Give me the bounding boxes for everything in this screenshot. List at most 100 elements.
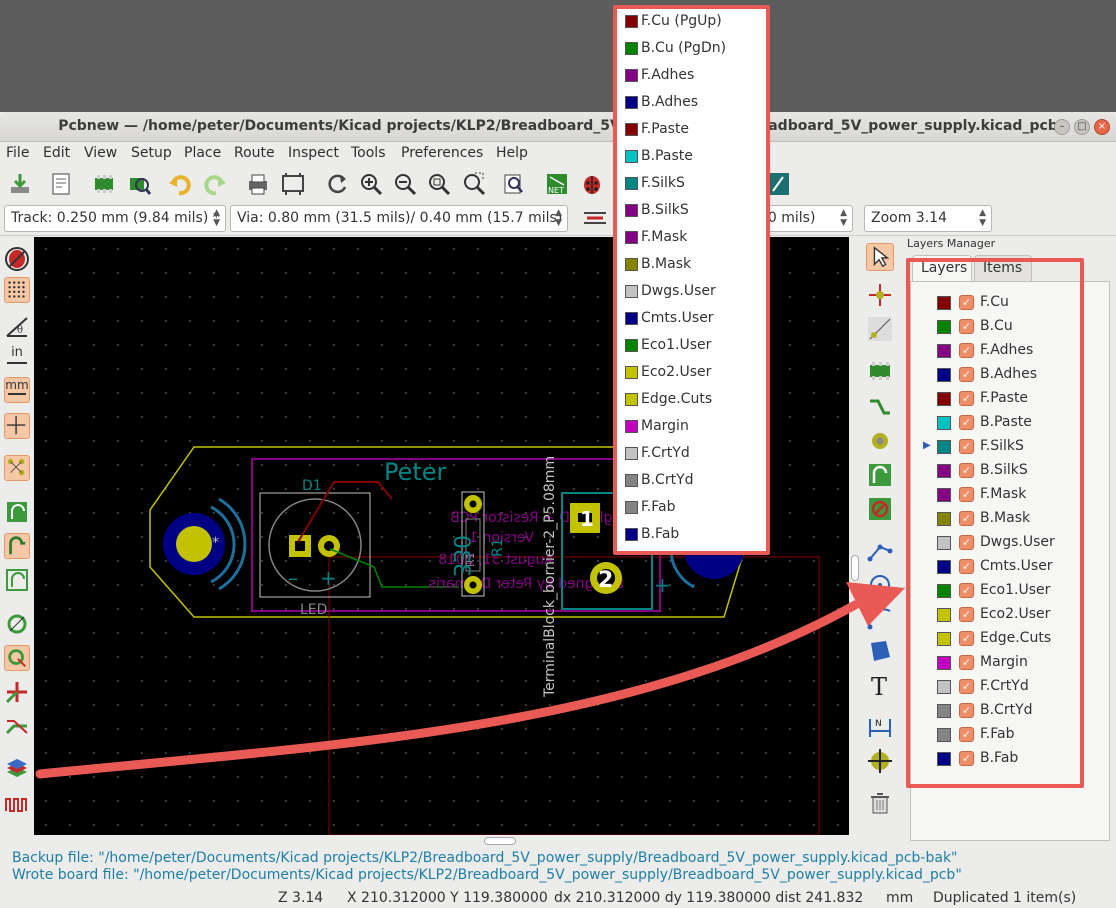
layer-color-swatch[interactable] xyxy=(937,608,951,622)
print-icon[interactable] xyxy=(245,171,271,197)
grid-select[interactable]: 00 mils) ▲ ▼ xyxy=(756,205,853,232)
layer-row[interactable]: ✓ F.Fab xyxy=(923,724,1093,746)
layer-color-swatch[interactable] xyxy=(937,752,951,766)
tab-layers[interactable]: Layers xyxy=(912,255,972,281)
menu-file[interactable]: File xyxy=(6,145,29,161)
menu-help[interactable]: Help xyxy=(496,145,528,161)
layer-color-swatch[interactable] xyxy=(937,440,951,454)
highlight-net-icon[interactable] xyxy=(866,281,894,309)
layer-color-swatch[interactable] xyxy=(937,680,951,694)
layer-row[interactable]: ✓ Cmts.User xyxy=(923,556,1093,578)
popup-layer-item[interactable]: F.CrtYd xyxy=(616,441,766,468)
layer-color-swatch[interactable] xyxy=(937,512,951,526)
page-settings-icon[interactable] xyxy=(48,171,74,197)
layer-color-swatch[interactable] xyxy=(937,704,951,718)
popup-layer-item[interactable]: Eco1.User xyxy=(616,333,766,360)
zone-outline-icon[interactable] xyxy=(4,533,30,559)
layer-row[interactable]: ✓ F.Mask xyxy=(923,484,1093,506)
popup-layer-item[interactable]: B.CrtYd xyxy=(616,468,766,495)
layer-row[interactable]: ✓ Eco2.User xyxy=(923,604,1093,626)
menu-setup[interactable]: Setup xyxy=(131,145,172,161)
layer-color-swatch[interactable] xyxy=(937,320,951,334)
layer-row[interactable]: ▶ ✓ F.SilkS xyxy=(923,436,1093,458)
popup-layer-item[interactable]: F.SilkS xyxy=(616,171,766,198)
popup-layer-item[interactable]: F.Paste xyxy=(616,117,766,144)
layer-visibility-checkbox[interactable]: ✓ xyxy=(959,655,974,670)
close-button[interactable]: × xyxy=(1094,119,1110,135)
layer-row[interactable]: ✓ B.CrtYd xyxy=(923,700,1093,722)
popup-layer-item[interactable]: B.Mask xyxy=(616,252,766,279)
layer-visibility-checkbox[interactable]: ✓ xyxy=(959,607,974,622)
zoom-fit-icon[interactable] xyxy=(426,171,452,197)
layer-color-swatch[interactable] xyxy=(937,296,951,310)
zone-sketch-icon[interactable] xyxy=(4,567,30,593)
layer-row[interactable]: ✓ F.Paste xyxy=(923,388,1093,410)
popup-layer-item[interactable]: Margin xyxy=(616,414,766,441)
layer-visibility-checkbox[interactable]: ✓ xyxy=(959,511,974,526)
zoom-out-icon[interactable] xyxy=(392,171,418,197)
popup-layer-item[interactable]: F.Fab xyxy=(616,495,766,522)
layer-row[interactable]: ✓ Dwgs.User xyxy=(923,532,1093,554)
layer-color-swatch[interactable] xyxy=(937,392,951,406)
layer-visibility-checkbox[interactable]: ✓ xyxy=(959,463,974,478)
route-track-icon[interactable] xyxy=(866,393,894,421)
via-sketch-icon[interactable] xyxy=(4,645,30,671)
undo-icon[interactable] xyxy=(167,171,193,197)
add-arc-icon[interactable] xyxy=(866,605,894,633)
menu-tools[interactable]: Tools xyxy=(351,145,386,161)
popup-layer-item[interactable]: Edge.Cuts xyxy=(616,387,766,414)
redo-icon[interactable] xyxy=(202,171,228,197)
select-arrow-icon[interactable] xyxy=(866,243,894,271)
layer-row[interactable]: ✓ B.SilkS xyxy=(923,460,1093,482)
footprint-editor-icon[interactable] xyxy=(91,171,117,197)
layer-color-swatch[interactable] xyxy=(937,488,951,502)
layer-visibility-checkbox[interactable]: ✓ xyxy=(959,703,974,718)
delete-icon[interactable] xyxy=(866,789,894,817)
add-circle-icon[interactable] xyxy=(866,571,894,599)
menu-view[interactable]: View xyxy=(84,145,117,161)
layer-row[interactable]: ✓ Edge.Cuts xyxy=(923,628,1093,650)
layer-visibility-checkbox[interactable]: ✓ xyxy=(959,343,974,358)
popup-layer-item[interactable]: Dwgs.User xyxy=(616,279,766,306)
title-bar[interactable]: Pcbnew — /home/peter/Documents/Kicad pro… xyxy=(0,112,1116,142)
layer-row[interactable]: ✓ B.Adhes xyxy=(923,364,1093,386)
maximize-button[interactable]: □ xyxy=(1074,119,1090,135)
auto-track-width-icon[interactable] xyxy=(582,205,608,231)
layer-row[interactable]: ✓ B.Cu xyxy=(923,316,1093,338)
add-polygon-icon[interactable] xyxy=(866,637,894,665)
layer-row[interactable]: ✓ B.Fab xyxy=(923,748,1093,770)
layer-visibility-checkbox[interactable]: ✓ xyxy=(959,391,974,406)
layer-visibility-checkbox[interactable]: ✓ xyxy=(959,295,974,310)
layer-visibility-checkbox[interactable]: ✓ xyxy=(959,559,974,574)
layer-color-swatch[interactable] xyxy=(937,728,951,742)
add-dimension-icon[interactable]: N xyxy=(866,713,894,741)
track-width-select[interactable]: Track: 0.250 mm (9.84 mils) * ▲ ▼ xyxy=(4,205,226,232)
layer-color-swatch[interactable] xyxy=(937,536,951,550)
add-line-icon[interactable] xyxy=(866,537,894,565)
layer-visibility-checkbox[interactable]: ✓ xyxy=(959,415,974,430)
plot-icon[interactable] xyxy=(280,171,306,197)
layer-visibility-checkbox[interactable]: ✓ xyxy=(959,679,974,694)
add-footprint-icon[interactable] xyxy=(866,357,894,385)
zoom-select[interactable]: Zoom 3.14 ▲ ▼ xyxy=(864,205,992,232)
high-contrast-icon[interactable] xyxy=(4,679,30,705)
horizontal-scroll-thumb[interactable] xyxy=(484,837,516,845)
layer-row[interactable]: ✓ Eco1.User xyxy=(923,580,1093,602)
popup-layer-item[interactable]: Cmts.User xyxy=(616,306,766,333)
layer-visibility-checkbox[interactable]: ✓ xyxy=(959,535,974,550)
layers-manager-toggle-icon[interactable] xyxy=(4,755,30,781)
microwave-toolbar-icon[interactable] xyxy=(4,791,30,817)
menu-edit[interactable]: Edit xyxy=(43,145,70,161)
layer-row[interactable]: ✓ F.Cu xyxy=(923,292,1093,314)
popup-layer-item[interactable]: F.Mask xyxy=(616,225,766,252)
full-cursor-icon[interactable] xyxy=(4,413,30,439)
pad-sketch-icon[interactable] xyxy=(4,611,30,637)
layer-visibility-checkbox[interactable]: ✓ xyxy=(959,487,974,502)
layer-visibility-checkbox[interactable]: ✓ xyxy=(959,751,974,766)
layer-color-swatch[interactable] xyxy=(937,560,951,574)
layer-color-swatch[interactable] xyxy=(937,344,951,358)
popup-layer-item[interactable]: B.Fab xyxy=(616,522,766,549)
popup-layer-item[interactable]: Eco2.User xyxy=(616,360,766,387)
layer-color-swatch[interactable] xyxy=(937,368,951,382)
layer-row[interactable]: ✓ F.Adhes xyxy=(923,340,1093,362)
